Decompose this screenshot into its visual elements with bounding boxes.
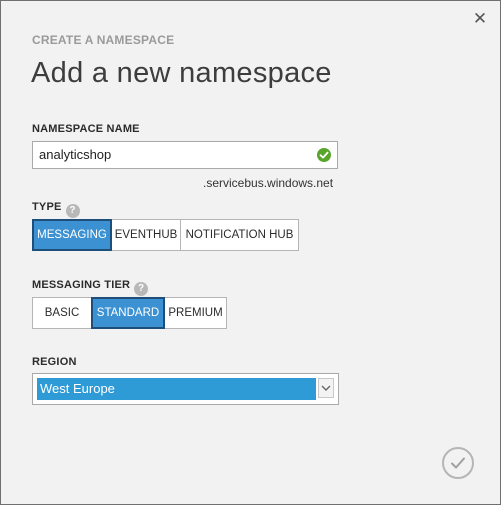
namespace-name-input[interactable]: analyticshop (32, 141, 338, 169)
type-option-eventhub[interactable]: EVENTHUB (111, 219, 181, 251)
namespace-name-label: NAMESPACE NAME (32, 123, 140, 135)
type-selector: MESSAGING EVENTHUB NOTIFICATION HUB (32, 219, 299, 251)
page-title: Add a new namespace (31, 57, 332, 89)
dialog-caption: CREATE A NAMESPACE (32, 33, 175, 47)
type-label-text: TYPE (32, 201, 62, 213)
tier-option-basic[interactable]: BASIC (32, 297, 92, 329)
help-icon[interactable]: ? (65, 204, 80, 218)
region-select[interactable]: West Europe (32, 373, 339, 405)
checkmark-icon (444, 456, 472, 470)
chevron-down-icon[interactable] (318, 378, 334, 398)
valid-check-icon (317, 148, 331, 162)
tier-option-standard[interactable]: STANDARD (91, 297, 165, 329)
region-label: REGION (32, 356, 77, 368)
namespace-name-value: analyticshop (39, 147, 112, 162)
tier-option-premium[interactable]: PREMIUM (164, 297, 227, 329)
type-option-notification-hub[interactable]: NOTIFICATION HUB (180, 219, 299, 251)
messaging-tier-label-text: MESSAGING TIER (32, 279, 131, 291)
messaging-tier-selector: BASIC STANDARD PREMIUM (32, 297, 227, 329)
close-icon[interactable]: ✕ (472, 10, 488, 27)
help-icon[interactable]: ? (134, 282, 149, 296)
confirm-button[interactable] (442, 447, 474, 479)
region-selected-value: West Europe (37, 378, 316, 400)
type-option-messaging[interactable]: MESSAGING (32, 219, 112, 251)
namespace-suffix: .servicebus.windows.net (203, 176, 334, 190)
type-label: TYPE? (32, 201, 80, 218)
create-namespace-dialog: ✕ CREATE A NAMESPACE Add a new namespace… (0, 0, 501, 505)
messaging-tier-label: MESSAGING TIER? (32, 279, 149, 296)
